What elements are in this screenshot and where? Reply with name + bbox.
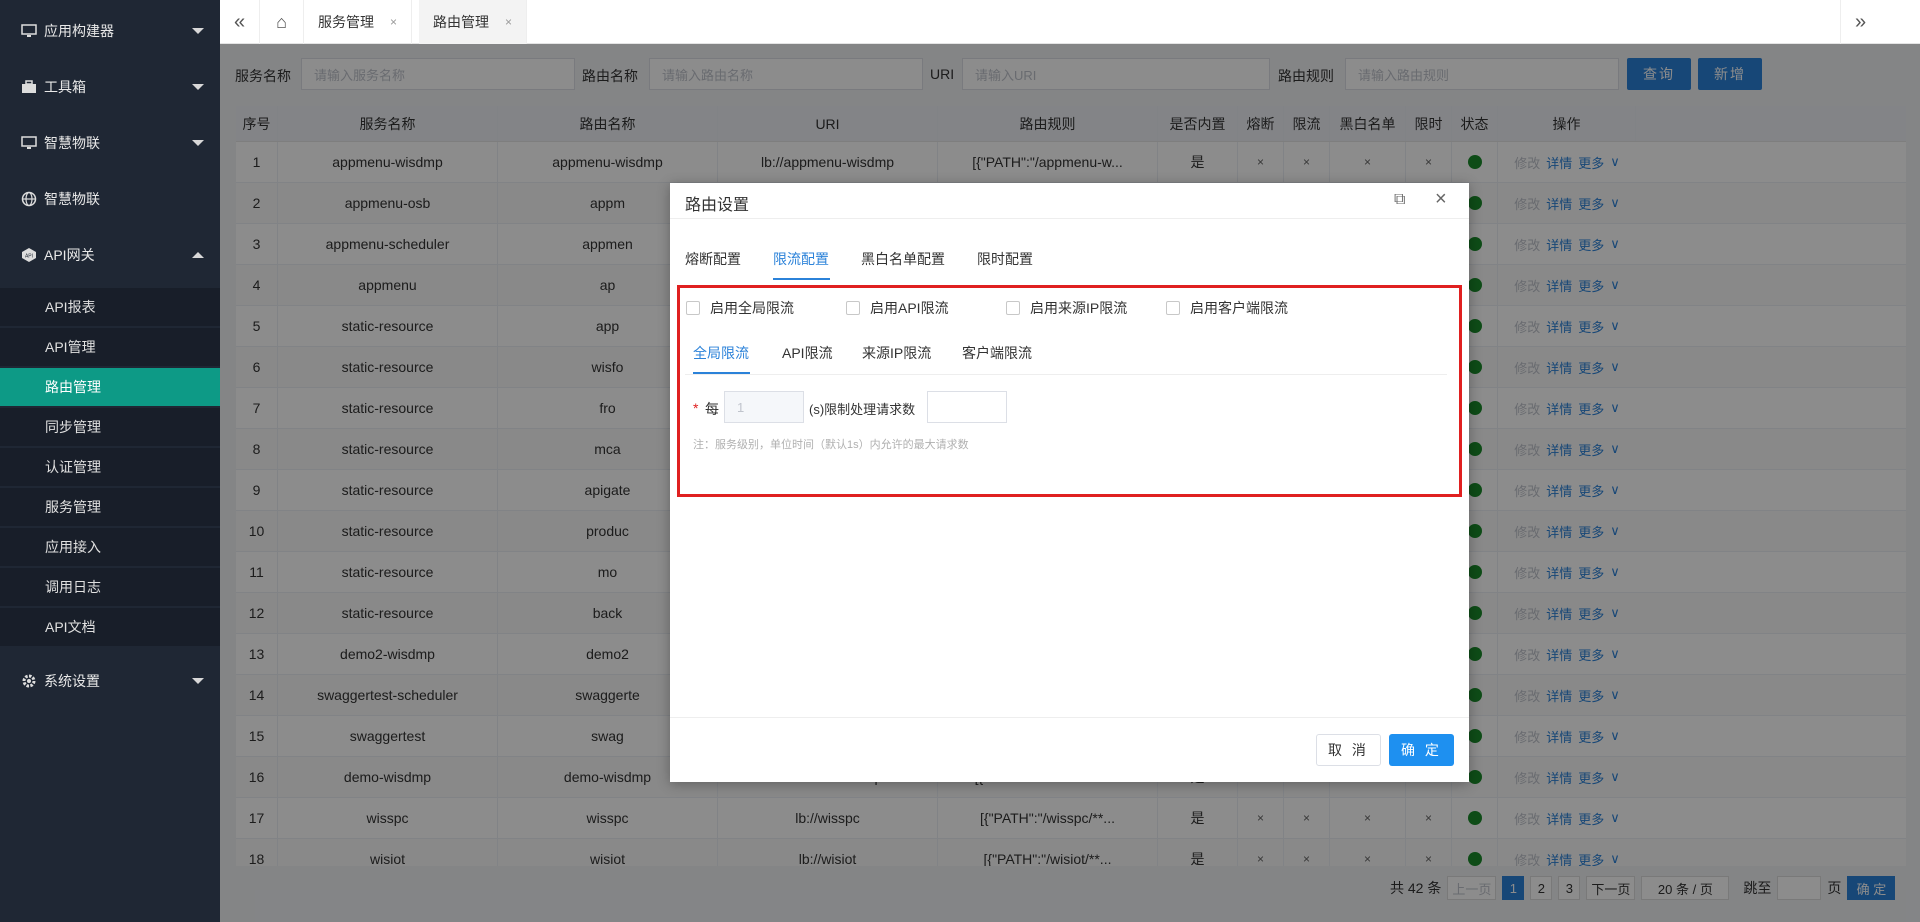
footer-divider: [670, 717, 1469, 718]
sub-label: 应用接入: [45, 539, 101, 555]
tab-blacklist-whitelist[interactable]: 黑白名单配置: [861, 249, 945, 269]
limit-label: (s)限制处理请求数: [809, 402, 916, 417]
globe-icon: [20, 190, 38, 208]
limit-count-input[interactable]: [927, 391, 1007, 423]
expand-right-icon[interactable]: »: [1840, 0, 1880, 44]
toolbox-icon: [20, 78, 38, 96]
menu-label: 智慧物联: [44, 135, 100, 151]
collapse-left-icon[interactable]: «: [220, 0, 260, 44]
checkbox-label: 启用来源IP限流: [1030, 300, 1128, 316]
menu-api-gateway[interactable]: API API网关: [0, 235, 220, 275]
checkbox-label: 启用API限流: [870, 300, 949, 316]
tab-circuit-breaker[interactable]: 熔断配置: [685, 249, 741, 269]
menu-toolbox[interactable]: 工具箱: [0, 67, 220, 107]
close-icon[interactable]: ×: [390, 15, 397, 29]
ok-button[interactable]: 确 定: [1389, 734, 1454, 766]
sidebar-item-app-access[interactable]: 应用接入: [0, 528, 220, 566]
tab-bar: « ⌂ 服务管理 × 路由管理 × »: [220, 0, 1920, 44]
subtab-api-limit[interactable]: API限流: [782, 343, 833, 363]
sub-label: API报表: [45, 299, 96, 315]
sub-label: API文档: [45, 619, 96, 635]
global-limit-checkbox[interactable]: 启用全局限流: [686, 298, 794, 318]
sidebar-item-call-log[interactable]: 调用日志: [0, 568, 220, 606]
sub-label: 认证管理: [45, 459, 101, 475]
tab-route-manage[interactable]: 路由管理 ×: [419, 0, 528, 44]
menu-label: 应用构建器: [44, 23, 114, 39]
checkbox-label: 启用全局限流: [710, 300, 794, 316]
menu-smart-iot-2[interactable]: 智慧物联: [0, 179, 220, 219]
route-settings-dialog: 路由设置 ⧉ × 熔断配置 限流配置 黑白名单配置 限时配置 启用全局限流 启用…: [670, 183, 1469, 782]
checkbox-box: [846, 301, 860, 315]
sidebar-item-route-manage[interactable]: 路由管理: [0, 368, 220, 406]
sidebar-item-api-report[interactable]: API报表: [0, 288, 220, 326]
client-limit-checkbox[interactable]: 启用客户端限流: [1166, 298, 1288, 318]
subtab-global-limit[interactable]: 全局限流: [693, 343, 749, 363]
dialog-header: [670, 183, 1469, 219]
note-text: 注：服务级别，单位时间（默认1s）内允许的最大请求数: [693, 439, 969, 451]
per-label: 每: [705, 401, 719, 417]
sub-label: 路由管理: [45, 379, 101, 395]
subtab-source-ip-limit[interactable]: 来源IP限流: [862, 343, 931, 363]
tab-label: 路由管理: [433, 14, 489, 30]
tab-time-limit[interactable]: 限时配置: [977, 249, 1033, 269]
menu-smart-iot[interactable]: 智慧物联: [0, 123, 220, 163]
svg-text:API: API: [25, 254, 33, 260]
subtab-divider: [685, 374, 1447, 375]
checkbox-box: [686, 301, 700, 315]
cancel-button[interactable]: 取 消: [1316, 734, 1381, 766]
caret-down-icon: [192, 84, 204, 90]
tab-active-indicator: [773, 278, 830, 280]
required-mark: *: [693, 400, 699, 416]
sub-label: 调用日志: [45, 579, 101, 595]
gear-icon: [20, 672, 38, 690]
caret-up-icon: [192, 252, 204, 258]
subtab-client-limit[interactable]: 客户端限流: [962, 343, 1032, 363]
sidebar-item-auth-manage[interactable]: 认证管理: [0, 448, 220, 486]
sub-label: 同步管理: [45, 419, 101, 435]
menu-label: 智慧物联: [44, 191, 100, 207]
sidebar-item-api-manage[interactable]: API管理: [0, 328, 220, 366]
sidebar-item-service-manage[interactable]: 服务管理: [0, 488, 220, 526]
tab-label: 服务管理: [318, 14, 374, 30]
caret-down-icon: [192, 28, 204, 34]
api-limit-checkbox[interactable]: 启用API限流: [846, 298, 949, 318]
menu-system-settings[interactable]: 系统设置: [0, 661, 220, 701]
sub-label: API管理: [45, 339, 96, 355]
checkbox-box: [1166, 301, 1180, 315]
sidebar-item-sync-manage[interactable]: 同步管理: [0, 408, 220, 446]
caret-down-icon: [192, 678, 204, 684]
maximize-icon[interactable]: ⧉: [1394, 191, 1405, 209]
menu-app-builder[interactable]: 应用构建器: [0, 11, 220, 51]
dialog-title: 路由设置: [685, 197, 750, 214]
menu-label: 工具箱: [44, 79, 86, 95]
caret-down-icon: [192, 140, 204, 146]
monitor-icon: [20, 22, 38, 40]
menu-label: 系统设置: [44, 673, 100, 689]
close-icon[interactable]: ×: [1435, 188, 1447, 211]
sidebar: 应用构建器 工具箱 智慧物联 智慧物联 API API网关 API报表 API管…: [0, 0, 220, 922]
sidebar-item-api-doc[interactable]: API文档: [0, 608, 220, 646]
tab-rate-limit[interactable]: 限流配置: [773, 249, 829, 269]
api-icon: API: [20, 246, 38, 264]
home-icon[interactable]: ⌂: [260, 0, 304, 44]
close-icon[interactable]: ×: [505, 15, 512, 29]
sub-label: 服务管理: [45, 499, 101, 515]
menu-label: API网关: [44, 247, 95, 263]
tab-service-manage[interactable]: 服务管理 ×: [304, 0, 413, 44]
checkbox-label: 启用客户端限流: [1190, 300, 1288, 316]
seconds-input[interactable]: 1: [724, 391, 804, 423]
checkbox-box: [1006, 301, 1020, 315]
source-ip-limit-checkbox[interactable]: 启用来源IP限流: [1006, 298, 1127, 318]
monitor-icon: [20, 134, 38, 152]
